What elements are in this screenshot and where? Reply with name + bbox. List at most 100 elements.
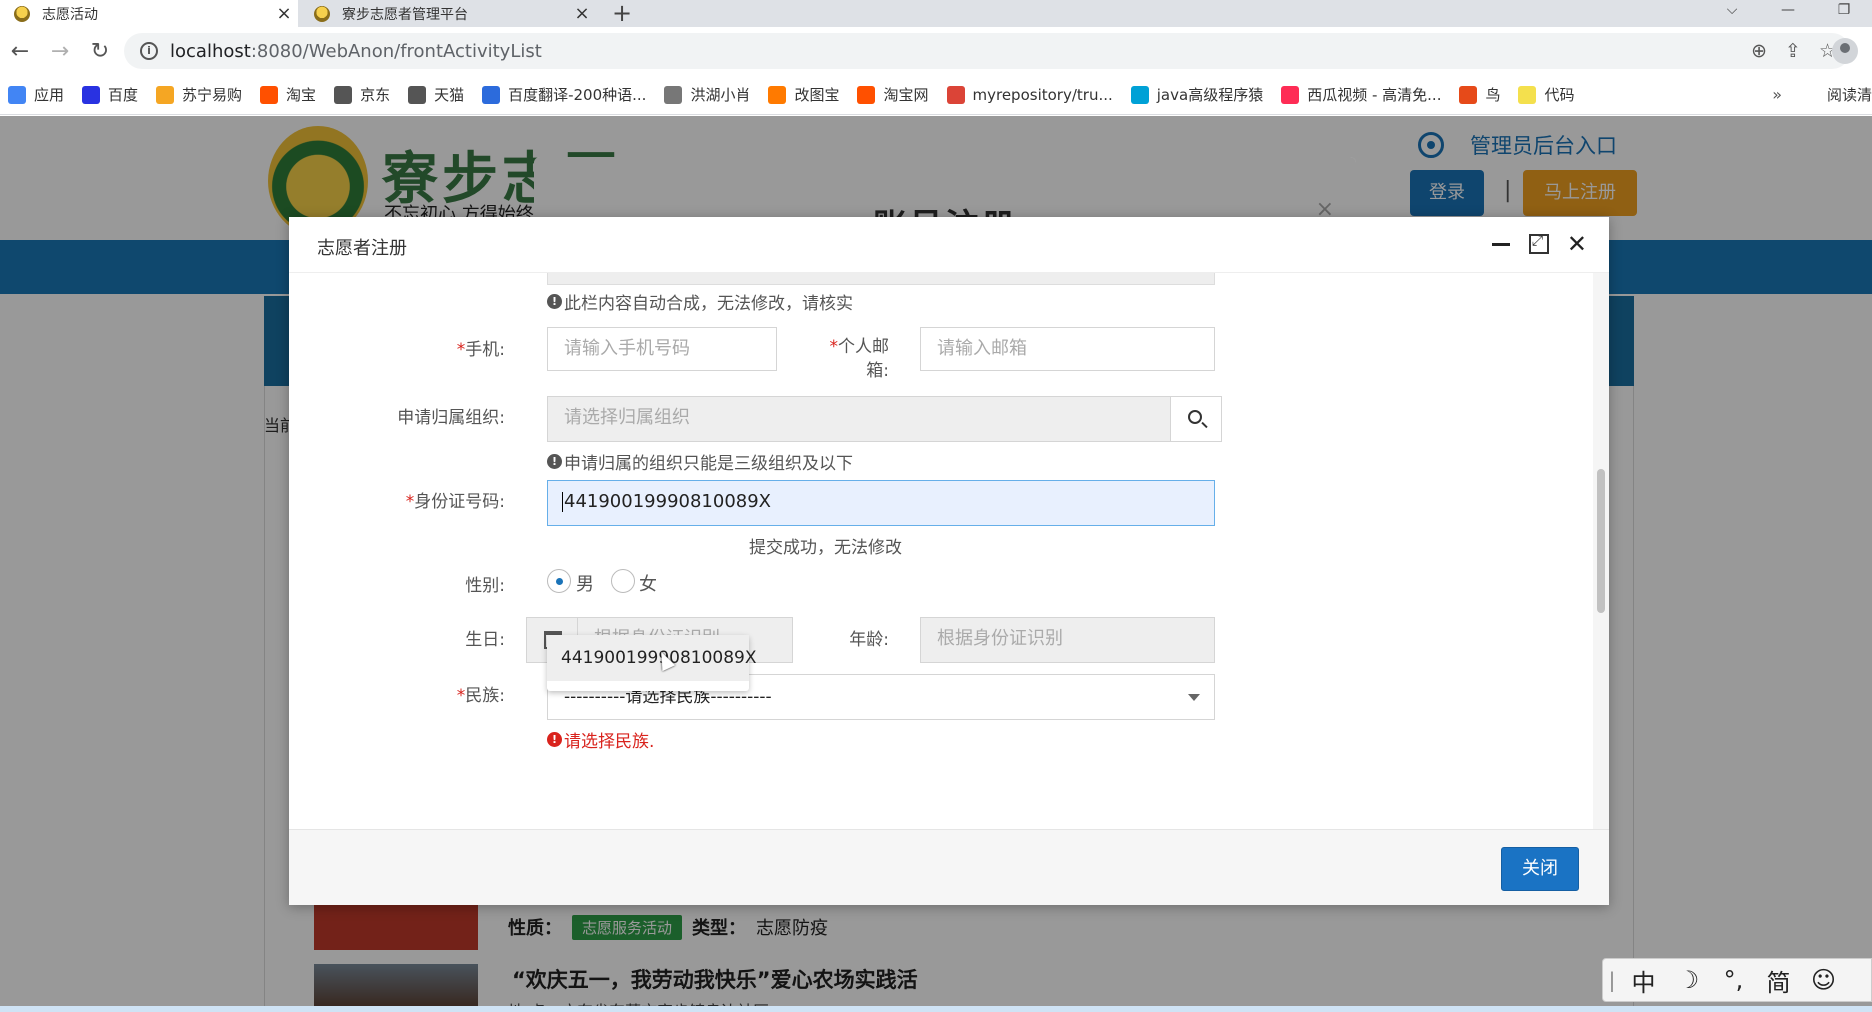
org-label: 申请归属组织:: [397, 408, 505, 428]
bookmark-item[interactable]: 京东: [334, 84, 390, 105]
ime-toolbar: | 中 ☽ °, 简 ☺: [1602, 958, 1872, 1002]
bookmark-label: myrepository/tru...: [972, 85, 1113, 104]
modal-header: 志愿者注册 ✕: [289, 217, 1609, 273]
bookmark-favicon-icon: [82, 85, 101, 104]
forward-arrow-icon[interactable]: →: [40, 39, 80, 64]
email-label-line2: 箱:: [866, 361, 889, 381]
bookmark-item[interactable]: 淘宝: [260, 84, 316, 105]
back-arrow-icon[interactable]: ←: [0, 39, 40, 64]
age-label: 年龄:: [849, 630, 889, 650]
id-number-input[interactable]: 44190019990810089X: [547, 480, 1215, 526]
ime-halfwidth-icon[interactable]: ☽: [1666, 966, 1711, 994]
site-info-icon[interactable]: i: [140, 42, 158, 60]
tab-title: 志愿活动: [42, 6, 98, 23]
bookmark-item[interactable]: 改图宝: [768, 84, 839, 105]
minimize-icon[interactable]: [1491, 231, 1511, 257]
close-button[interactable]: 关闭: [1501, 847, 1579, 891]
bookmark-favicon-icon: [8, 85, 26, 104]
phone-input[interactable]: 请输入手机号码: [547, 327, 777, 371]
bookmark-favicon-icon: [156, 85, 175, 104]
bookmark-item[interactable]: 百度: [82, 84, 138, 105]
bookmark-item[interactable]: 苏宁易购: [156, 84, 242, 105]
text-caret: [562, 492, 563, 512]
gender-female-label[interactable]: 女: [639, 570, 657, 596]
help-text: ! 此栏内容自动合成，无法修改，请核实: [547, 289, 853, 314]
modal-body[interactable]: ! 此栏内容自动合成，无法修改，请核实 *手机: 请输入手机号码 *个人邮 箱: 请…: [289, 273, 1609, 829]
reading-list-button[interactable]: 阅读清: [1820, 84, 1872, 105]
browser-tab-active[interactable]: 志愿活动 ×: [0, 0, 298, 27]
restore-window-icon[interactable]: ❐: [1816, 0, 1872, 27]
bookmark-label: 西瓜视频 - 高清免...: [1307, 86, 1442, 104]
tab-title: 寮步志愿者管理平台: [342, 6, 468, 23]
bookmark-item[interactable]: 洪湖小肖: [664, 84, 750, 105]
omnibox[interactable]: i localhost:8080/WebAnon/frontActivityLi…: [124, 33, 1850, 69]
required-mark: *: [829, 337, 839, 357]
ethnic-error-text: ! 请选择民族.: [547, 727, 654, 752]
bookmark-item[interactable]: 代码: [1518, 84, 1575, 105]
reload-icon[interactable]: ↻: [80, 39, 120, 64]
ethnic-label: *民族:: [349, 681, 505, 706]
bookmark-item[interactable]: 天猫: [408, 84, 464, 105]
bookmark-item[interactable]: 鸟: [1459, 84, 1500, 105]
profile-avatar-icon[interactable]: [1832, 38, 1858, 64]
zoom-icon[interactable]: ⊕: [1751, 40, 1767, 62]
site-favicon-icon: [14, 5, 30, 22]
chevron-down-icon: [1188, 694, 1200, 701]
url-path: :8080/WebAnon/frontActivityList: [250, 40, 542, 62]
bookmark-label: 京东: [360, 86, 391, 104]
site-favicon-icon: [314, 5, 330, 22]
scrollbar-thumb[interactable]: [1597, 469, 1605, 613]
bookmarks-bar: 应用 百度 苏宁易购 淘宝 京东 天猫 百度翻译-200种语... 洪湖小肖 改图宝 淘宝网 myr…: [0, 75, 1872, 115]
bookmark-favicon-icon: [260, 85, 279, 104]
tab-close-icon[interactable]: ×: [568, 3, 596, 24]
email-label-line1: 个人邮: [838, 337, 889, 357]
bookmarks-overflow-icon[interactable]: »: [1772, 85, 1782, 104]
bookmark-item[interactable]: 百度翻译-200种语...: [482, 84, 646, 105]
bookmark-item[interactable]: java高级程序猿: [1130, 84, 1264, 105]
gender-male-radio[interactable]: [547, 569, 571, 593]
ime-grip-handle[interactable]: |: [1603, 968, 1621, 992]
bookmark-label: 百度: [108, 86, 139, 104]
bookmark-item[interactable]: 应用: [8, 84, 64, 105]
bookmark-label: java高级程序猿: [1156, 86, 1264, 104]
info-icon: !: [547, 294, 562, 309]
bookmark-favicon-icon: [768, 85, 787, 104]
ethnic-error-label: 请选择民族.: [564, 732, 655, 752]
url-text[interactable]: localhost:8080/WebAnon/frontActivityList: [170, 41, 542, 62]
gender-female-radio[interactable]: [611, 569, 635, 593]
ethnic-label-text: 民族:: [465, 686, 505, 706]
bookmark-label: 代码: [1544, 86, 1575, 104]
autocomplete-option[interactable]: 44190019990810089X: [547, 635, 757, 681]
bookmark-item[interactable]: myrepository/tru...: [946, 85, 1113, 104]
modal-footer: 关闭: [289, 829, 1609, 905]
readonly-field: [547, 273, 1215, 285]
bookmark-favicon-icon: [1518, 85, 1537, 104]
modal-title: 志愿者注册: [317, 238, 407, 259]
birthday-label: 生日:: [465, 630, 505, 650]
bookmark-label: 改图宝: [794, 86, 840, 104]
bookmark-item[interactable]: 西瓜视频 - 高清免...: [1281, 84, 1441, 105]
new-tab-button[interactable]: +: [612, 0, 632, 27]
bookmark-label: 百度翻译-200种语...: [508, 86, 647, 104]
bookmark-label: 应用: [34, 86, 65, 104]
ime-emoji-icon[interactable]: ☺: [1801, 966, 1846, 994]
bookmark-favicon-icon: [334, 85, 353, 104]
maximize-icon[interactable]: [1528, 233, 1549, 254]
error-icon: !: [547, 732, 562, 747]
browser-tab[interactable]: 寮步志愿者管理平台 ×: [302, 0, 596, 27]
ime-punctuation-icon[interactable]: °,: [1711, 966, 1756, 994]
email-input[interactable]: 请输入邮箱: [920, 327, 1215, 371]
tab-close-icon[interactable]: ×: [270, 3, 298, 24]
ime-simplified-icon[interactable]: 简: [1756, 963, 1801, 998]
org-search-button[interactable]: [1170, 396, 1222, 442]
ime-chinese-mode-icon[interactable]: 中: [1621, 963, 1666, 998]
tab-search-icon[interactable]: ⌵: [1704, 0, 1760, 27]
bookmark-item[interactable]: 淘宝网: [857, 84, 929, 105]
age-input[interactable]: 根据身份证识别: [920, 617, 1215, 663]
gender-male-label[interactable]: 男: [576, 570, 594, 596]
modal-controls: ✕: [1491, 231, 1587, 257]
close-icon[interactable]: ✕: [1567, 231, 1587, 257]
org-select-input[interactable]: 请选择归属组织: [547, 396, 1171, 442]
minimize-window-icon[interactable]: —: [1760, 0, 1816, 27]
share-icon[interactable]: ⇪: [1785, 40, 1801, 62]
